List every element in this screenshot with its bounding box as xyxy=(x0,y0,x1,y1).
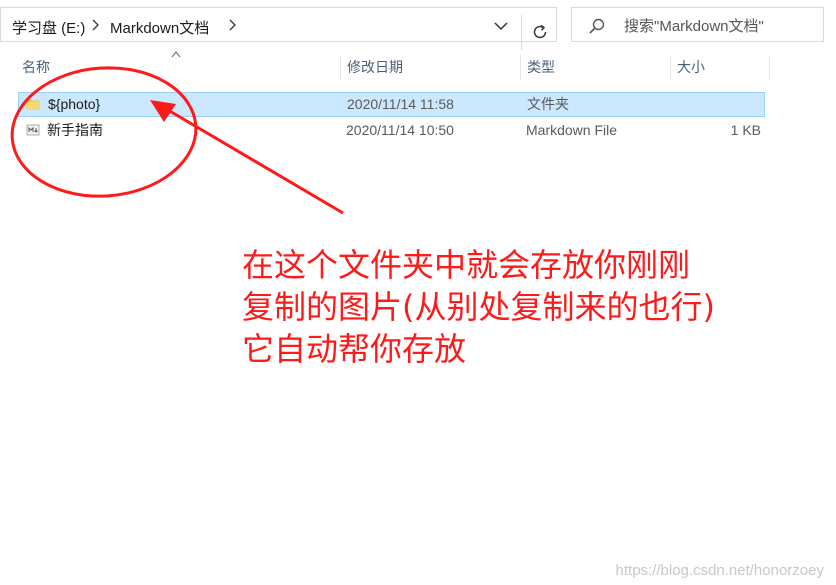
file-modified: 2020/11/14 10:50 xyxy=(346,122,454,138)
file-size: 1 KB xyxy=(730,122,761,138)
chevron-right-icon[interactable] xyxy=(226,18,238,32)
refresh-icon xyxy=(533,24,547,39)
chevron-right-icon[interactable] xyxy=(89,18,101,32)
file-type: Markdown File xyxy=(526,122,618,138)
annotation-line: 在这个文件夹中就会存放你刚刚 xyxy=(242,246,691,284)
file-modified: 2020/11/14 11:58 xyxy=(347,96,454,112)
column-header-size[interactable]: 大小 xyxy=(670,55,770,80)
column-header-name[interactable]: 名称 xyxy=(16,55,340,80)
column-header-modified[interactable]: 修改日期 xyxy=(340,55,520,80)
file-row-photo-folder[interactable]: ${photo} 2020/11/14 11:58 文件夹 xyxy=(18,92,765,117)
file-type: 文件夹 xyxy=(527,96,569,112)
address-bar[interactable]: 学习盘 (E:) Markdown文档 xyxy=(0,7,557,50)
breadcrumb-drive[interactable]: 学习盘 (E:) xyxy=(12,17,85,38)
annotation-line: 复制的图片(从别处复制来的也行) xyxy=(242,288,715,326)
folder-icon xyxy=(26,99,40,110)
column-header-type[interactable]: 类型 xyxy=(520,55,670,80)
breadcrumb-folder[interactable]: Markdown文档 xyxy=(110,17,209,38)
file-row-guide[interactable]: 新手指南 2020/11/14 10:50 Markdown File 1 KB xyxy=(18,119,765,144)
chevron-down-icon[interactable] xyxy=(491,18,511,34)
search-icon xyxy=(589,18,605,34)
annotation-text: 在这个文件夹中就会存放你刚刚 复制的图片(从别处复制来的也行) 它自动帮你存放 xyxy=(242,244,762,370)
watermark: https://blog.csdn.net/honorzoey xyxy=(615,562,824,579)
file-name: 新手指南 xyxy=(47,122,103,138)
markdown-file-icon xyxy=(26,124,40,136)
file-name: ${photo} xyxy=(48,96,101,112)
search-box[interactable] xyxy=(571,7,824,42)
search-input[interactable] xyxy=(622,15,822,37)
annotation-line: 它自动帮你存放 xyxy=(242,330,467,368)
navigation-bar: 学习盘 (E:) Markdown文档 xyxy=(0,0,836,50)
refresh-button[interactable] xyxy=(521,15,558,50)
